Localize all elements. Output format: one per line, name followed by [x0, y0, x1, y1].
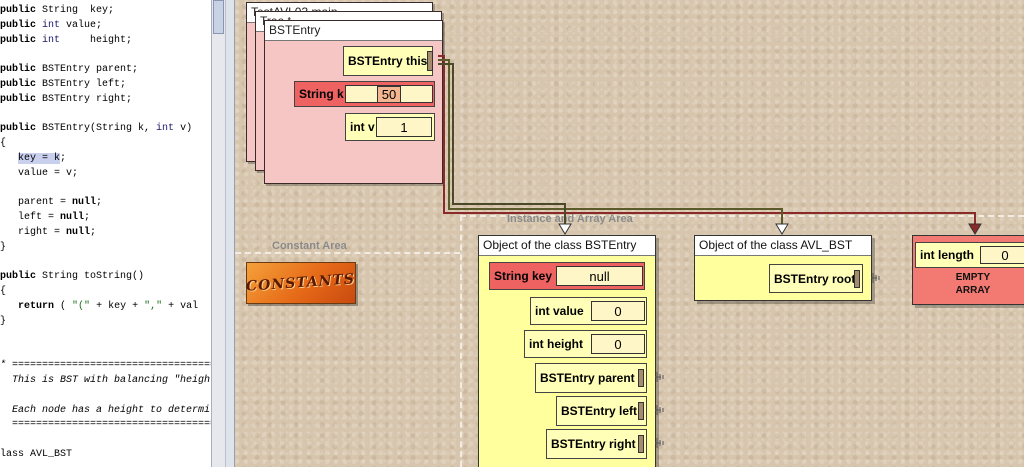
code-line[interactable]: parent = null; — [0, 196, 211, 211]
code-line[interactable]: value = v; — [0, 167, 211, 182]
code-token: return — [18, 300, 55, 312]
code-line[interactable]: public int value; — [0, 19, 211, 34]
root-null-tick — [871, 273, 880, 283]
source-code[interactable]: public String key; public int value; publi… — [0, 4, 211, 463]
code-line[interactable]: } — [0, 315, 211, 330]
code-token: ; — [60, 152, 67, 164]
code-line[interactable]: public BSTEntry parent; — [0, 63, 211, 78]
code-line[interactable]: public String toString() — [0, 270, 211, 285]
code-token: key = k — [18, 152, 61, 164]
reference-arrows — [438, 55, 982, 448]
code-line[interactable] — [0, 256, 211, 271]
parent-null-tick — [655, 372, 664, 382]
arrow-this-to-array — [438, 55, 982, 235]
code-token: parent = — [0, 197, 73, 209]
code-token: ; — [90, 226, 97, 238]
code-token: This is BST with balancing "heigh — [0, 374, 211, 386]
code-token: * ======================================… — [0, 360, 211, 372]
code-line[interactable]: left = null; — [0, 211, 211, 226]
code-token: int — [156, 123, 175, 135]
code-token: "(" — [72, 300, 91, 312]
code-token: BSTEntry(String k, — [36, 123, 157, 135]
code-token: left = — [0, 212, 61, 224]
code-token: { — [0, 138, 7, 150]
code-token: int — [36, 19, 61, 31]
pane-divider[interactable] — [225, 0, 235, 467]
arrow-head-bstentry — [558, 223, 572, 235]
code-line[interactable]: public BSTEntry right; — [0, 93, 211, 108]
code-line[interactable]: key = k; — [0, 152, 211, 167]
code-token: height; — [60, 34, 133, 46]
code-token: public — [0, 64, 37, 76]
code-token: + val — [162, 300, 199, 312]
code-line[interactable]: { — [0, 285, 211, 300]
code-token: v) — [174, 123, 193, 135]
code-token: lass AVL_BST — [0, 448, 73, 460]
code-line[interactable]: public BSTEntry left; — [0, 78, 211, 93]
code-token: ; — [96, 197, 103, 209]
code-token: ( — [54, 300, 73, 312]
code-line[interactable] — [0, 108, 211, 123]
code-token: public — [0, 34, 37, 46]
code-line[interactable] — [0, 344, 211, 359]
code-token: String key; — [36, 5, 115, 16]
code-token: public — [0, 93, 37, 105]
code-token: public — [0, 271, 37, 283]
code-line[interactable]: lass AVL_BST — [0, 448, 211, 463]
code-token: public — [0, 78, 37, 90]
code-line[interactable]: { — [0, 137, 211, 152]
code-token: int — [36, 34, 61, 46]
code-token: BSTEntry right; — [36, 93, 133, 105]
code-token: null — [60, 212, 85, 224]
code-token: null — [66, 226, 91, 238]
code-line[interactable]: return ( "(" + key + "," + val — [0, 300, 211, 315]
memory-canvas: Constant Area Instance and Array Area Te… — [235, 0, 1024, 467]
code-line[interactable] — [0, 182, 211, 197]
code-line[interactable]: right = null; — [0, 226, 211, 241]
code-line[interactable]: public BSTEntry(String k, int v) — [0, 122, 211, 137]
code-token: ; — [84, 212, 91, 224]
code-token: public — [0, 5, 37, 16]
arrow-head-array — [968, 223, 982, 235]
code-token: null — [72, 197, 97, 209]
code-token: String toString() — [36, 271, 145, 283]
code-token: ========================================… — [12, 419, 211, 431]
code-token: } — [0, 315, 7, 327]
code-token: value; — [60, 19, 103, 31]
code-line[interactable]: Each node has a height to determi — [0, 404, 211, 419]
code-token: + key + — [90, 300, 145, 312]
code-line[interactable]: public String key; — [0, 4, 211, 19]
code-line[interactable] — [0, 48, 211, 63]
arrow-head-avl — [775, 223, 789, 235]
code-line[interactable]: } — [0, 241, 211, 256]
code-token: Each node has a height to determi — [0, 404, 211, 416]
code-scrollbar[interactable] — [211, 0, 225, 467]
code-line[interactable]: ========================================… — [0, 418, 211, 433]
code-token: public — [0, 19, 37, 31]
arrow-this-to-avl — [438, 59, 789, 235]
code-token: "," — [144, 300, 163, 312]
code-token: } — [0, 241, 7, 253]
code-token: public — [0, 123, 37, 135]
code-line[interactable] — [0, 330, 211, 345]
right-null-tick — [655, 438, 664, 448]
null-ticks — [655, 273, 880, 448]
code-line[interactable] — [0, 389, 211, 404]
left-null-tick — [655, 405, 664, 415]
code-editor-pane[interactable]: public String key; public int value; publi… — [0, 0, 211, 467]
code-scrollbar-thumb[interactable] — [213, 0, 224, 34]
code-line[interactable]: * ======================================… — [0, 359, 211, 374]
code-token: BSTEntry left; — [36, 78, 127, 90]
code-line[interactable]: This is BST with balancing "heigh — [0, 374, 211, 389]
code-token: BSTEntry parent; — [36, 64, 139, 76]
code-line[interactable] — [0, 433, 211, 448]
code-line[interactable]: public int height; — [0, 34, 211, 49]
code-token: value = v; — [0, 167, 79, 179]
code-token: { — [0, 286, 7, 298]
code-token: right = — [0, 226, 67, 238]
